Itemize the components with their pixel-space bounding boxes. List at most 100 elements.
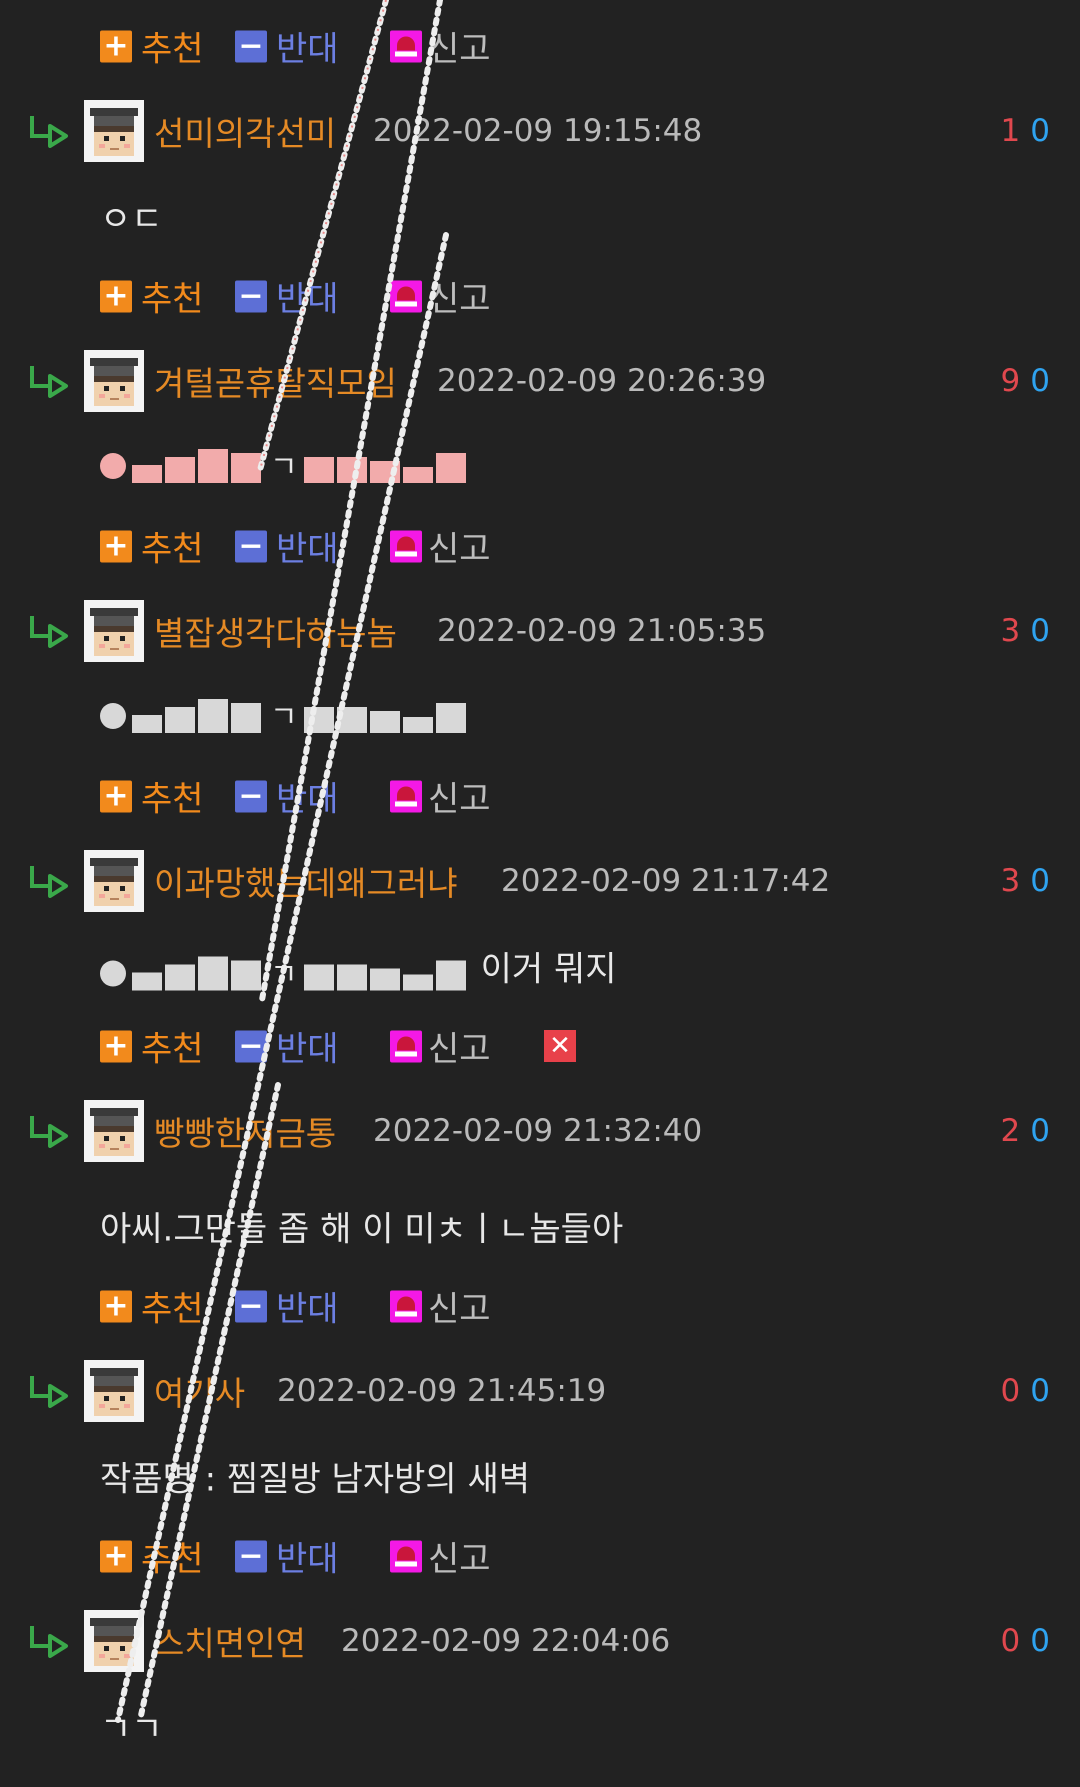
vote-counts: 30 [1000, 613, 1050, 649]
comment-body: 아씨.그만들 좀 해 이 미ㅊㅣㄴ놈들아 [0, 1186, 1080, 1266]
comment-text: ㄱ 이거 뭐지 [100, 942, 617, 991]
comment-body: ㅇㄷ [0, 176, 1080, 256]
siren-icon [390, 530, 422, 562]
recommend-button[interactable]: + 추천 [100, 1022, 204, 1071]
vote-counts: 30 [1000, 863, 1050, 899]
comment-header: 빵빵한저금통 2022-02-09 21:32:40 20 [0, 1086, 1080, 1176]
reply-arrow-icon [30, 1114, 68, 1148]
timestamp: 2022-02-09 20:26:39 [437, 363, 767, 399]
reply-arrow-icon [30, 864, 68, 898]
nickname[interactable]: 이과망했는데왜그러냐 [154, 857, 458, 905]
plus-icon: + [100, 280, 132, 312]
timestamp: 2022-02-09 22:04:06 [341, 1623, 671, 1659]
siren-icon [390, 1290, 422, 1322]
timestamp: 2022-02-09 21:32:40 [373, 1113, 703, 1149]
plus-icon: + [100, 1030, 132, 1062]
comment-body: ㄱ [0, 676, 1080, 756]
avatar [84, 350, 144, 412]
timestamp: 2022-02-09 21:17:42 [501, 863, 831, 899]
comment-actions: + 추천 − 반대 신고 [0, 256, 1080, 336]
oppose-button[interactable]: − 반대 [235, 1022, 339, 1071]
nickname[interactable]: 선미의각선미 [154, 107, 336, 155]
plus-icon: + [100, 30, 132, 62]
delete-button[interactable]: ✕ [544, 1030, 576, 1062]
comment-body: ㄱㄱ [0, 1686, 1080, 1766]
comment-header: 여기사 2022-02-09 21:45:19 00 [0, 1346, 1080, 1436]
comment-text: 작품명 : 찜질방 남자방의 새벽 [100, 1459, 531, 1500]
oppose-button[interactable]: − 반대 [235, 1532, 339, 1581]
plus-icon: + [100, 1290, 132, 1322]
reply-arrow-icon [30, 1624, 68, 1658]
avatar [84, 1100, 144, 1162]
recommend-button[interactable]: + 추천 [100, 22, 204, 71]
reply-arrow-icon [30, 114, 68, 148]
siren-icon [390, 280, 422, 312]
comment-actions: + 추천 − 반대 신고 ✕ [0, 1006, 1080, 1086]
oppose-button[interactable]: − 반대 [235, 1282, 339, 1331]
oppose-button[interactable]: − 반대 [235, 522, 339, 571]
comment-actions: + 추천 − 반대 신고 [0, 1516, 1080, 1596]
vote-counts: 20 [1000, 1113, 1050, 1149]
minus-icon: − [235, 530, 267, 562]
comment-body: 작품명 : 찜질방 남자방의 새벽 [0, 1436, 1080, 1516]
minus-icon: − [235, 280, 267, 312]
minus-icon: − [235, 1540, 267, 1572]
comment-text: 아씨.그만들 좀 해 이 미ㅊㅣㄴ놈들아 [100, 1209, 624, 1250]
censored-image-text: ㄱ [100, 449, 469, 483]
comment-text: ㄱㄱ [100, 1709, 163, 1750]
timestamp: 2022-02-09 19:15:48 [373, 113, 703, 149]
vote-counts: 00 [1000, 1373, 1050, 1409]
comment-header: 선미의각선미 2022-02-09 19:15:48 10 [0, 86, 1080, 176]
comment-header: 별잡생각다하는놈 2022-02-09 21:05:35 30 [0, 586, 1080, 676]
comment-actions: + 추천 − 반대 신고 [0, 6, 1080, 86]
avatar [84, 850, 144, 912]
comment-header: 겨털곧휴탈직모임 2022-02-09 20:26:39 90 [0, 336, 1080, 426]
recommend-button[interactable]: + 추천 [100, 1532, 204, 1581]
nickname[interactable]: 스치면인연 [154, 1617, 306, 1665]
comment-actions: + 추천 − 반대 신고 [0, 756, 1080, 836]
minus-icon: − [235, 30, 267, 62]
vote-counts: 90 [1000, 363, 1050, 399]
comment-actions: + 추천 − 반대 신고 [0, 506, 1080, 586]
oppose-button[interactable]: − 반대 [235, 22, 339, 71]
siren-icon [390, 780, 422, 812]
recommend-button[interactable]: + 추천 [100, 272, 204, 321]
nickname[interactable]: 별잡생각다하는놈 [154, 607, 397, 655]
plus-icon: + [100, 780, 132, 812]
comment-header: 스치면인연 2022-02-09 22:04:06 00 [0, 1596, 1080, 1686]
report-button[interactable]: 신고 [390, 22, 491, 71]
plus-icon: + [100, 1540, 132, 1572]
nickname[interactable]: 겨털곧휴탈직모임 [154, 357, 397, 405]
reply-arrow-icon [30, 364, 68, 398]
avatar [84, 1360, 144, 1422]
timestamp: 2022-02-09 21:45:19 [277, 1373, 607, 1409]
minus-icon: − [235, 1290, 267, 1322]
minus-icon: − [235, 780, 267, 812]
comment-text: ㄱ [100, 449, 469, 483]
report-button[interactable]: 신고 [390, 1532, 491, 1581]
siren-icon [390, 1540, 422, 1572]
siren-icon [390, 1030, 422, 1062]
report-button[interactable]: 신고 [390, 272, 491, 321]
report-button[interactable]: 신고 [390, 1282, 491, 1331]
nickname[interactable]: 여기사 [154, 1367, 245, 1415]
recommend-button[interactable]: + 추천 [100, 772, 204, 821]
comment-text: ㄱ [100, 699, 469, 733]
avatar [84, 1610, 144, 1672]
comment-header: 이과망했는데왜그러냐 2022-02-09 21:17:42 30 [0, 836, 1080, 926]
siren-icon [390, 30, 422, 62]
oppose-button[interactable]: − 반대 [235, 772, 339, 821]
recommend-button[interactable]: + 추천 [100, 1282, 204, 1331]
avatar [84, 600, 144, 662]
plus-icon: + [100, 530, 132, 562]
report-button[interactable]: 신고 [390, 772, 491, 821]
oppose-button[interactable]: − 반대 [235, 272, 339, 321]
report-button[interactable]: 신고 [390, 1022, 491, 1071]
recommend-button[interactable]: + 추천 [100, 522, 204, 571]
comment-actions: + 추천 − 반대 신고 [0, 1266, 1080, 1346]
report-button[interactable]: 신고 [390, 522, 491, 571]
vote-counts: 10 [1000, 113, 1050, 149]
reply-arrow-icon [30, 1374, 68, 1408]
nickname[interactable]: 빵빵한저금통 [154, 1107, 336, 1155]
comment-body: ㄱ [0, 426, 1080, 506]
